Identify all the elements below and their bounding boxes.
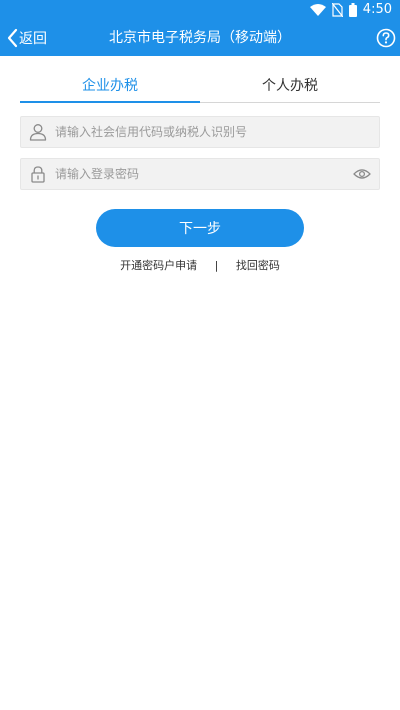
password-input[interactable] (55, 159, 345, 189)
title-bar: 返回 北京市电子税务局（移动端） (0, 20, 400, 56)
username-field (20, 116, 380, 148)
login-tabs: 企业办税 个人办税 (20, 70, 380, 103)
next-button[interactable]: 下一步 (96, 209, 304, 247)
eye-icon[interactable] (353, 166, 371, 182)
status-icons: 4:50 (309, 2, 392, 18)
auxiliary-links: 开通密码户申请 | 找回密码 (0, 258, 400, 274)
back-label: 返回 (19, 31, 47, 47)
battery-icon (348, 3, 357, 17)
username-input[interactable] (55, 117, 345, 147)
link-separator: | (214, 259, 219, 272)
register-password-link[interactable]: 开通密码户申请 (120, 259, 197, 272)
page-title: 北京市电子税务局（移动端） (109, 30, 291, 46)
status-time: 4:50 (362, 2, 392, 17)
user-icon (29, 124, 47, 141)
tab-personal[interactable]: 个人办税 (200, 70, 380, 102)
lock-icon (31, 166, 45, 183)
help-icon[interactable] (376, 28, 396, 48)
recover-password-link[interactable]: 找回密码 (236, 259, 280, 272)
chevron-left-icon (7, 28, 18, 48)
no-sim-icon (331, 3, 343, 17)
back-button[interactable]: 返回 (6, 26, 47, 50)
password-field (20, 158, 380, 190)
status-bar: 4:50 (0, 0, 400, 20)
wifi-icon (309, 4, 326, 16)
tab-enterprise[interactable]: 企业办税 (20, 70, 200, 103)
